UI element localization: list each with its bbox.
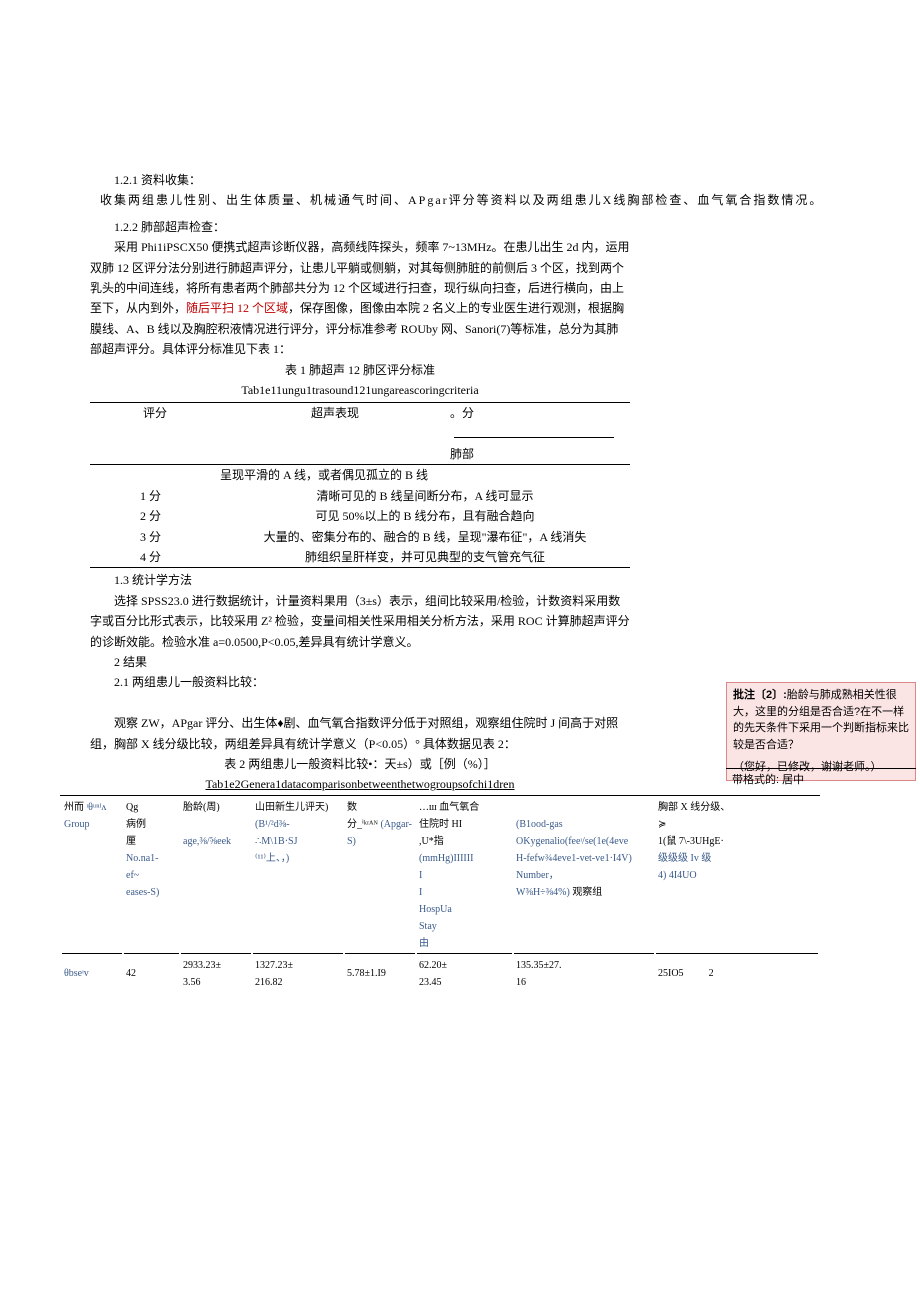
score-cell: 3 分 [90, 527, 220, 547]
section-1-2-2-title: 1.2.2 肺部超声检查： [90, 217, 630, 237]
col-group-cn: 州而 [64, 802, 84, 813]
table2-caption-en: Tab1e2Genera1datacomparisonbetweenthetwo… [90, 774, 630, 794]
obs-label-cn2: 观察组 [572, 887, 602, 898]
text-run: 。分 [450, 406, 474, 420]
desc-cell: 清晰可见的 B 线呈间断分布，A 线可显示 [220, 486, 630, 506]
col-apgar-cn: 数 分_ⁱᵏʳᴬᴺ [347, 802, 378, 830]
desc-cell: 肺组织呈肝样变，并可见典型的支气管充气征 [220, 547, 630, 567]
col-bw-en: (B¹/²d⅜- ∴M\1B·SJ ⁽¹¹⁾上、，) [255, 819, 298, 864]
col-bw-cn: 山田新生儿评天) [255, 802, 328, 813]
table1-caption-en: Tab1e11ungu1trasound121ungareascoringcri… [90, 380, 630, 400]
col-group-sub: ᶦθᵘⁿᴵᴧ [87, 802, 107, 813]
section-2-title: 2 结果 [90, 652, 630, 672]
section-2-1-title: 2.1 两组患儿一般资料比较： [90, 672, 630, 692]
data-collection-line: 收集两组患儿性别、出生体质量、机械通气时间、APgar评分等资料以及两组患儿X线… [50, 190, 920, 210]
obs-bw: 1327.23± 216.82 [253, 956, 343, 992]
table-row: 4 分 肺组织呈肝样变，并可见典型的支气管充气征 [90, 547, 630, 568]
score-cell: 2 分 [90, 506, 220, 526]
table2-header-row: 州而 ᶦθᵘⁿᴵᴧ Group Qg 病例 厘 No.na1- ef~ ease… [62, 798, 818, 954]
ultrasound-method-paragraph: 采用 Phi1iPSCX50 便携式超声诊断仪器，高频线阵探头，频率 7~13M… [90, 237, 630, 359]
table2-caption-cn: 表 2 两组患儿一般资料比较•：天±s）或［例（%）］ [90, 754, 630, 774]
table1-caption-cn: 表 1 肺超声 12 肺区评分标准 [90, 360, 630, 380]
col-group-en: Group [64, 819, 90, 830]
obs-ga: 2933.23± 3.56 [181, 956, 251, 992]
format-note-text: 带格式的: 居中 [732, 774, 804, 786]
table2-general-data: 州而 ᶦθᵘⁿᴵᴧ Group Qg 病例 厘 No.na1- ef~ ease… [60, 795, 820, 994]
obs-x: 25IO5 2 [656, 956, 818, 992]
score-cell: 1 分 [90, 486, 220, 506]
table2-observation-row: θbseᶦv 42 2933.23± 3.56 1327.23± 216.82 … [62, 956, 818, 992]
table1-header-row: 评分 超声表现 。分 肺部 [90, 402, 630, 465]
desc-cell: 可见 50%以上的 B 线分布，且有融合趋向 [220, 506, 630, 526]
comment-label: 批注〔2〕: [733, 689, 787, 701]
obs-ox: 135.35±27. 16 [514, 956, 654, 992]
col-n-cn: Qg 病例 厘 [126, 802, 146, 847]
document-body: 1.2.1 资料收集： 收集两组患儿性别、出生体质量、机械通气时间、APgar评… [0, 170, 720, 994]
section-1-2-1-title: 1.2.1 资料收集： [90, 170, 630, 190]
revision-text: 随后平扫 12 个区域 [186, 301, 288, 315]
desc-cell: 大量的、密集分布的、融合的 B 线，呈现"瀑布征"，A 线消失 [220, 527, 630, 547]
table1-col-presentation: 超声表现 [220, 403, 450, 464]
col-x-cn: 胸部 X 线分级、 ≽ 1(鼠 7\-3UHgE· [658, 802, 730, 847]
col-ga-en: age,⅜/⅝eek [183, 836, 231, 847]
table-row: 呈现平滑的 A 线，或者偶见孤立的 B 线 [90, 465, 630, 485]
col-hosp-en: (mmHg)IIIIII I I HospUa Stay 由 [419, 853, 473, 949]
text-run: 肺部 [450, 447, 474, 461]
table-row: 2 分 可见 50%以上的 B 线分布，且有融合趋向 [90, 506, 630, 526]
section-1-3-title: 1.3 统计学方法 [90, 570, 630, 590]
table1-row0-text: 呈现平滑的 A 线，或者偶见孤立的 B 线 [220, 465, 630, 485]
table-row: 1 分 清晰可见的 B 线呈间断分布，A 线可显示 [90, 486, 630, 506]
table1-col-score: 评分 [90, 403, 220, 464]
obs-apgar: 5.78±1.I9 [345, 956, 415, 992]
col-hosp-cn: …ш 血气氧合 住院时 HI ,U*指 [419, 802, 479, 847]
score-cell: 4 分 [90, 547, 220, 567]
table2-wrapper: 州而 ᶦθᵘⁿᴵᴧ Group Qg 病例 厘 No.na1- ef~ ease… [60, 795, 820, 994]
obs-n: 42 [124, 956, 179, 992]
obs-hosp: 62.20± 23.45 [417, 956, 512, 992]
table1-col-lung: 。分 肺部 [450, 403, 630, 464]
col-x-en: 级级级 Iv 级 4) 4I4UO [658, 853, 711, 881]
review-comment-balloon[interactable]: 批注〔2〕:胎龄与肺成熟相关性很大，这里的分组是否合适?在不一样的先天条件下采用… [726, 682, 916, 781]
table-row: 3 分 大量的、密集分布的、融合的 B 线，呈现"瀑布征"，A 线消失 [90, 527, 630, 547]
col-n-en: No.na1- ef~ eases-S) [126, 853, 159, 898]
table1-scoring-criteria: 评分 超声表现 。分 肺部 呈现平滑的 A 线，或者偶见孤立的 B 线 1 分 … [90, 402, 630, 568]
format-note-balloon[interactable]: 带格式的: 居中 [726, 768, 916, 792]
col-ga-cn: 胎龄(周) [183, 802, 220, 813]
obs-group-label: θbseᶦv [62, 956, 122, 992]
results-comparison-paragraph: 观察 ZW，APgar 评分、出生体♦剧、血气氧合指数评分低于对照组，观察组住院… [90, 713, 630, 754]
stats-method-paragraph: 选择 SPSS23.0 进行数据统计，计量资料果用（3±s）表示，组间比较采用/… [90, 591, 630, 652]
